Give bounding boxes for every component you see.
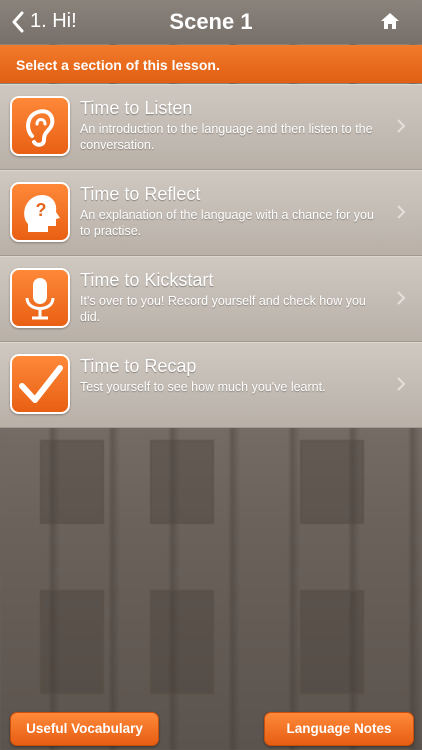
- ear-icon: [10, 96, 70, 156]
- useful-vocabulary-button[interactable]: Useful Vocabulary: [10, 712, 159, 746]
- instruction-banner: Select a section of this lesson.: [0, 45, 422, 83]
- background-window: [150, 440, 214, 524]
- section-description: An explanation of the language with a ch…: [80, 208, 374, 238]
- section-description: Test yourself to see how much you've lea…: [80, 380, 326, 394]
- section-title: Time to Reflect: [80, 184, 201, 204]
- chevron-right-icon: [397, 205, 406, 219]
- section-row-kickstart[interactable]: Time to Kickstart It's over to you! Reco…: [0, 256, 422, 342]
- navigation-bar: 1. Hi! Scene 1: [0, 0, 422, 44]
- head-question-icon: ?: [10, 182, 70, 242]
- section-title: Time to Listen: [80, 98, 193, 118]
- section-title: Time to Kickstart: [80, 270, 214, 290]
- section-title: Time to Recap: [80, 356, 197, 376]
- section-description: It's over to you! Record yourself and ch…: [80, 294, 366, 324]
- section-row-recap[interactable]: Time to Recap Test yourself to see how m…: [0, 342, 422, 428]
- home-button[interactable]: [380, 12, 400, 35]
- chevron-right-icon: [397, 291, 406, 305]
- background-window: [300, 590, 364, 694]
- home-icon: [381, 13, 399, 29]
- page-title: Scene 1: [169, 9, 253, 34]
- section-row-reflect[interactable]: ? Time to Reflect An explanation of the …: [0, 170, 422, 256]
- checkmark-icon: [10, 354, 70, 414]
- background-window: [40, 590, 104, 694]
- background-window: [40, 440, 104, 524]
- microphone-icon: [10, 268, 70, 328]
- background-window: [300, 440, 364, 524]
- section-row-listen[interactable]: Time to Listen An introduction to the la…: [0, 84, 422, 170]
- section-description: An introduction to the language and then…: [80, 122, 373, 152]
- chevron-right-icon: [397, 119, 406, 133]
- language-notes-button[interactable]: Language Notes: [264, 712, 414, 746]
- chevron-right-icon: [397, 377, 406, 391]
- background-window: [150, 590, 214, 694]
- svg-text:?: ?: [36, 200, 47, 220]
- banner-text: Select a section of this lesson.: [16, 57, 220, 73]
